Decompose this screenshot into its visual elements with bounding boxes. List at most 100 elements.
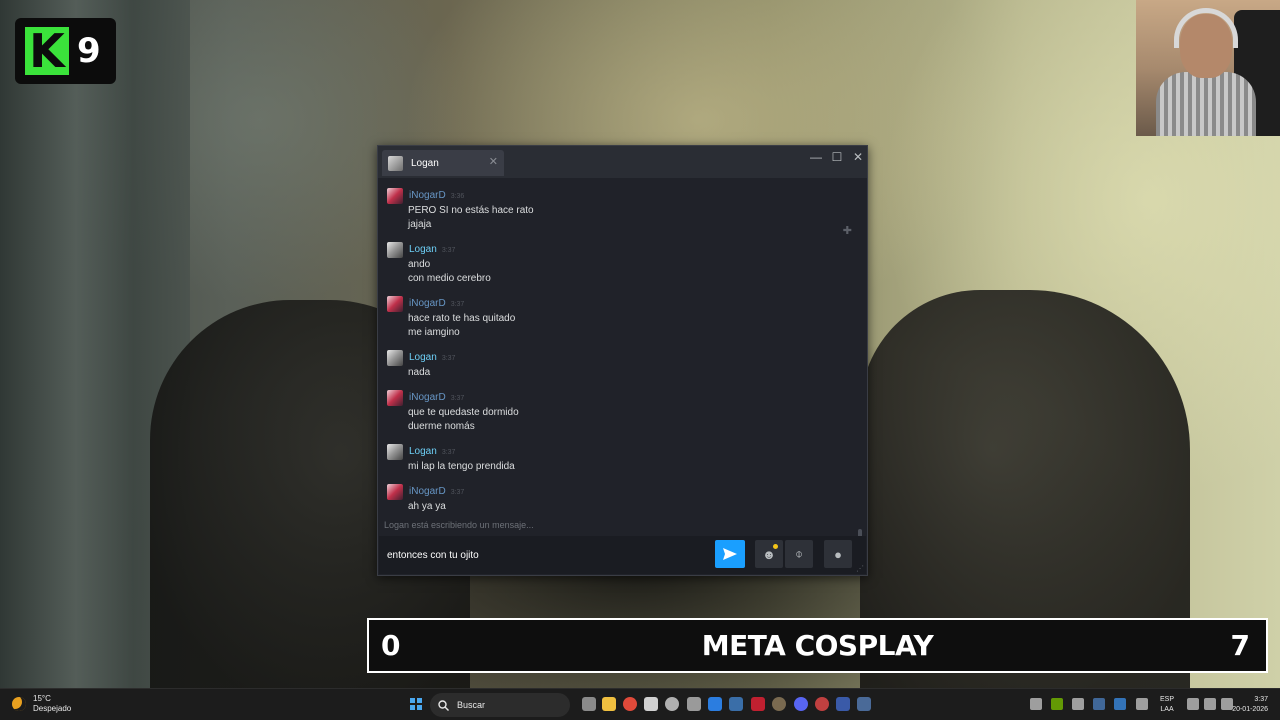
message-list[interactable]: ✚ iNogarD 3:36 PERO SI no estás hace rato… [378, 184, 864, 571]
message-sender[interactable]: iNogarD 3:37 [409, 486, 464, 497]
message-text: que te quedaste dormido [408, 407, 519, 418]
logo-number: 9 [77, 31, 101, 71]
logo-letter: K [25, 27, 69, 75]
message-text: mi lap la tengo prendida [408, 461, 515, 472]
steam-chat-icon[interactable] [857, 697, 871, 711]
task-view-icon[interactable] [582, 697, 596, 711]
chat-window: Logan ✕ — ☐ ✕ ✚ iNogarD 3:36 PERO SI no e… [377, 145, 868, 576]
taskbar: 15°C Despejado Buscar ESP LAA 3:37 20-01… [0, 688, 1280, 720]
message-sender[interactable]: Logan 3:37 [409, 446, 455, 457]
message-text: con medio cerebro [408, 273, 491, 284]
message-text: ando [408, 259, 431, 270]
weather-condition: Despejado [33, 704, 72, 713]
calculator-icon[interactable] [644, 697, 658, 711]
webcam-feed [1136, 0, 1280, 136]
message-time: 3:37 [441, 247, 456, 254]
message-sender[interactable]: iNogarD 3:37 [409, 392, 464, 403]
nvidia-icon[interactable] [1051, 698, 1063, 710]
clock-time: 3:37 [1254, 696, 1268, 703]
message-time: 3:37 [441, 355, 456, 362]
edge-icon[interactable] [708, 697, 722, 711]
avatar[interactable] [387, 444, 403, 460]
bluetooth-icon[interactable] [1114, 698, 1126, 710]
message-time: 3:36 [450, 193, 465, 200]
battery-icon[interactable] [1221, 698, 1233, 710]
message-sender[interactable]: Logan 3:37 [409, 244, 455, 255]
minimize-icon[interactable]: — [806, 150, 826, 164]
message-text: PERO SI no estás hace rato [408, 205, 534, 216]
search-icon [438, 699, 449, 711]
channel-logo: K 9 [15, 18, 116, 84]
chat-tab-logan[interactable]: Logan ✕ [382, 150, 504, 176]
message-text: hace rato te has quitado [408, 313, 516, 324]
pin-icon[interactable]: ✚ [843, 224, 852, 237]
typing-indicator: Logan está escribiendo un mensaje... [384, 520, 534, 530]
voice-button[interactable]: ● [824, 540, 852, 568]
avatar[interactable] [387, 484, 403, 500]
message-time: 3:37 [450, 301, 465, 308]
avatar [388, 155, 403, 171]
volume-icon[interactable] [1204, 698, 1216, 710]
weather-widget[interactable]: 15°C Despejado [12, 694, 71, 714]
close-icon[interactable]: ✕ [489, 155, 498, 168]
file-explorer-icon[interactable] [602, 697, 616, 711]
network-icon[interactable] [1187, 698, 1199, 710]
avatar[interactable] [387, 296, 403, 312]
message-text: ah ya ya [408, 501, 446, 512]
send-icon [723, 548, 737, 560]
attach-button[interactable]: ⌽ [785, 540, 813, 568]
message-sender[interactable]: iNogarD 3:36 [409, 190, 464, 201]
message-time: 3:37 [450, 489, 465, 496]
moon-icon [12, 697, 26, 711]
emoji-button[interactable]: ☻ [755, 540, 783, 568]
microphone-icon: ● [834, 546, 842, 562]
message-text: nada [408, 367, 431, 378]
message-sender[interactable]: Logan 3:37 [409, 352, 455, 363]
settings-icon[interactable] [665, 697, 679, 711]
message-text: me iamgino [408, 327, 460, 338]
discord-icon[interactable] [794, 697, 808, 711]
avatar[interactable] [387, 390, 403, 406]
windows-start-icon[interactable] [410, 698, 422, 710]
app-game-icon[interactable] [772, 697, 786, 711]
app-record-icon[interactable] [815, 697, 829, 711]
chat-titlebar[interactable]: Logan ✕ — ☐ ✕ [378, 146, 867, 178]
chat-input-row: ☻ ⌽ ● ⋰ [379, 536, 866, 574]
taskbar-search[interactable]: Buscar [430, 693, 570, 717]
microphone-tray-icon[interactable] [1136, 698, 1148, 710]
weather-temp: 15°C [33, 694, 51, 703]
send-button[interactable] [715, 540, 745, 568]
resize-grip-icon[interactable]: ⋰ [856, 564, 864, 573]
score-banner: 0 META COSPLAY 7 [367, 618, 1268, 673]
language-code: ESP [1160, 696, 1175, 703]
avatar[interactable] [387, 242, 403, 258]
webcam-person-body [1156, 72, 1256, 136]
tray-shield-icon[interactable] [1030, 698, 1042, 710]
tray-app-icon[interactable] [1072, 698, 1084, 710]
maximize-icon[interactable]: ☐ [827, 150, 847, 164]
steam-icon[interactable] [729, 697, 743, 711]
app-red-icon[interactable] [751, 697, 765, 711]
avatar[interactable] [387, 188, 403, 204]
taskbar-clock[interactable]: 3:37 20-01-2026 [1232, 695, 1268, 715]
search-label: Buscar [457, 700, 486, 710]
tray-steam-icon[interactable] [1093, 698, 1105, 710]
weather-text: 15°C Despejado [33, 694, 71, 714]
message-text: duerme nomás [408, 421, 475, 432]
message-input[interactable] [383, 542, 709, 568]
banner-title: META COSPLAY [701, 629, 934, 662]
close-window-icon[interactable]: ✕ [848, 150, 868, 164]
chrome-icon[interactable] [623, 697, 637, 711]
headset-icon [1174, 8, 1238, 48]
message-text: jajaja [408, 219, 432, 230]
clock-date: 20-01-2026 [1232, 706, 1268, 713]
avatar[interactable] [387, 350, 403, 366]
notification-dot [773, 544, 778, 549]
message-time: 3:37 [441, 449, 456, 456]
message-time: 3:37 [450, 395, 465, 402]
language-indicator[interactable]: ESP LAA [1160, 695, 1174, 715]
app-icon[interactable] [687, 697, 701, 711]
keyboard-layout: LAA [1160, 706, 1174, 713]
app-f-icon[interactable] [836, 697, 850, 711]
message-sender[interactable]: iNogarD 3:37 [409, 298, 464, 309]
